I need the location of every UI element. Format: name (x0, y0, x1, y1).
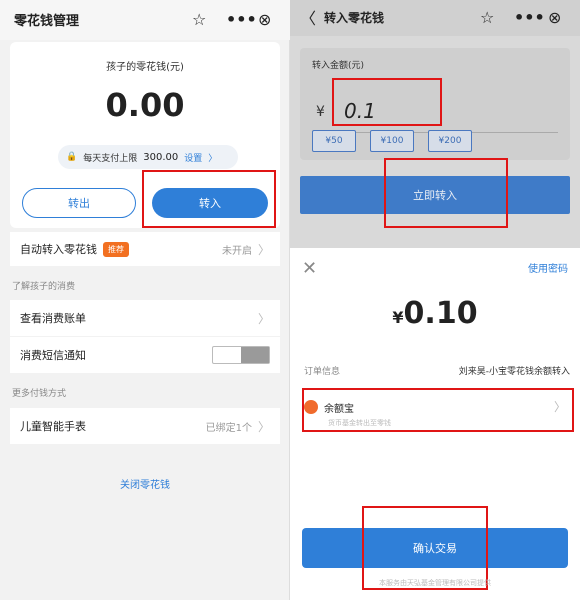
recommend-badge: 推荐 (103, 241, 129, 257)
more-icon[interactable]: ••• (514, 6, 545, 28)
close-circle-icon[interactable]: ⊗ (258, 8, 271, 30)
balance-amount: 0.00 (105, 86, 185, 124)
top-bar: 〈 转入零花钱 ☆ ••• ⊗ (290, 0, 580, 36)
footer-text: 本服务由天弘基金管理有限公司提供 (379, 579, 491, 587)
currency-symbol: ¥ (316, 104, 325, 120)
view-bill-label: 查看消费账单 (20, 312, 86, 325)
use-password-link[interactable]: 使用密码 (528, 260, 568, 275)
screenshot: 零花钱管理 ☆ ••• ⊗ 孩子的零花钱(元) 0.00 🔒 每天支付上限 30… (0, 0, 580, 600)
star-icon[interactable]: ☆ (192, 8, 206, 30)
annotation-box (142, 170, 276, 228)
payment-sheet: ✕ 使用密码 ¥0.10 订单信息 刘来昊-小宝零花钱余额转入 余额宝 货币基金… (290, 248, 580, 600)
allowance-management-screen: 零花钱管理 ☆ ••• ⊗ 孩子的零花钱(元) 0.00 🔒 每天支付上限 30… (0, 0, 290, 600)
chevron-right-icon: 〉 (208, 153, 218, 164)
currency-symbol: ¥ (392, 308, 404, 327)
limit-value: 300.00 (143, 151, 179, 163)
quick-amount-100[interactable]: ¥100 (370, 130, 414, 152)
more-icon[interactable]: ••• (226, 8, 257, 30)
sms-toggle[interactable] (212, 346, 270, 364)
amount-value: 0.10 (403, 296, 478, 331)
annotation-box (384, 158, 508, 228)
auto-transfer-row[interactable]: 自动转入零花钱 推荐 未开启 〉 (10, 232, 280, 266)
lock-icon: 🔒 (66, 152, 78, 162)
daily-limit-pill[interactable]: 🔒 每天支付上限 300.00 设置 〉 (58, 145, 238, 169)
auto-transfer-label: 自动转入零花钱 (20, 243, 97, 256)
chevron-right-icon: 〉 (257, 311, 270, 326)
annotation-box (302, 388, 574, 432)
order-info-value: 刘来昊-小宝零花钱余额转入 (458, 367, 570, 377)
smartwatch-row[interactable]: 儿童智能手表 已绑定1个 〉 (10, 408, 280, 444)
chevron-right-icon: 〉 (257, 242, 270, 257)
limit-setting-link[interactable]: 设置 (184, 151, 202, 164)
view-bill-row[interactable]: 查看消费账单 〉 (10, 300, 280, 336)
dimmed-background: 〈 转入零花钱 ☆ ••• ⊗ 转入金额(元) ¥ 0.1 ¥50 ¥100 ¥… (290, 0, 580, 248)
close-icon[interactable]: ✕ (302, 258, 317, 279)
page-title: 转入零花钱 (324, 11, 385, 25)
smartwatch-status: 已绑定1个 (205, 422, 252, 434)
annotation-box (332, 78, 442, 126)
star-icon[interactable]: ☆ (480, 6, 494, 28)
close-circle-icon[interactable]: ⊗ (548, 6, 561, 28)
sms-notify-row: 消费短信通知 (10, 337, 280, 373)
quick-amount-50[interactable]: ¥50 (312, 130, 356, 152)
back-arrow-icon[interactable]: 〈 (300, 6, 316, 28)
payment-amount: ¥0.10 (290, 296, 580, 331)
auto-transfer-status: 未开启 (221, 245, 252, 257)
order-info-label: 订单信息 (304, 367, 341, 377)
smartwatch-label: 儿童智能手表 (20, 420, 86, 433)
transfer-out-button[interactable]: 转出 (22, 188, 136, 218)
transfer-in-screen: 〈 转入零花钱 ☆ ••• ⊗ 转入金额(元) ¥ 0.1 ¥50 ¥100 ¥… (290, 0, 580, 600)
sms-notify-label: 消费短信通知 (20, 349, 86, 362)
balance-label: 孩子的零花钱(元) (106, 62, 184, 73)
top-bar: 零花钱管理 ☆ ••• ⊗ (0, 0, 290, 40)
chevron-right-icon: 〉 (257, 419, 270, 434)
quick-amount-200[interactable]: ¥200 (428, 130, 472, 152)
limit-label: 每天支付上限 (83, 153, 138, 164)
amount-label: 转入金额(元) (312, 61, 365, 71)
close-allowance-link[interactable]: 关闭零花钱 (0, 476, 290, 491)
section-title-payment: 更多付钱方式 (12, 389, 67, 399)
page-title: 零花钱管理 (14, 14, 80, 29)
section-title-spending: 了解孩子的消费 (12, 282, 76, 292)
